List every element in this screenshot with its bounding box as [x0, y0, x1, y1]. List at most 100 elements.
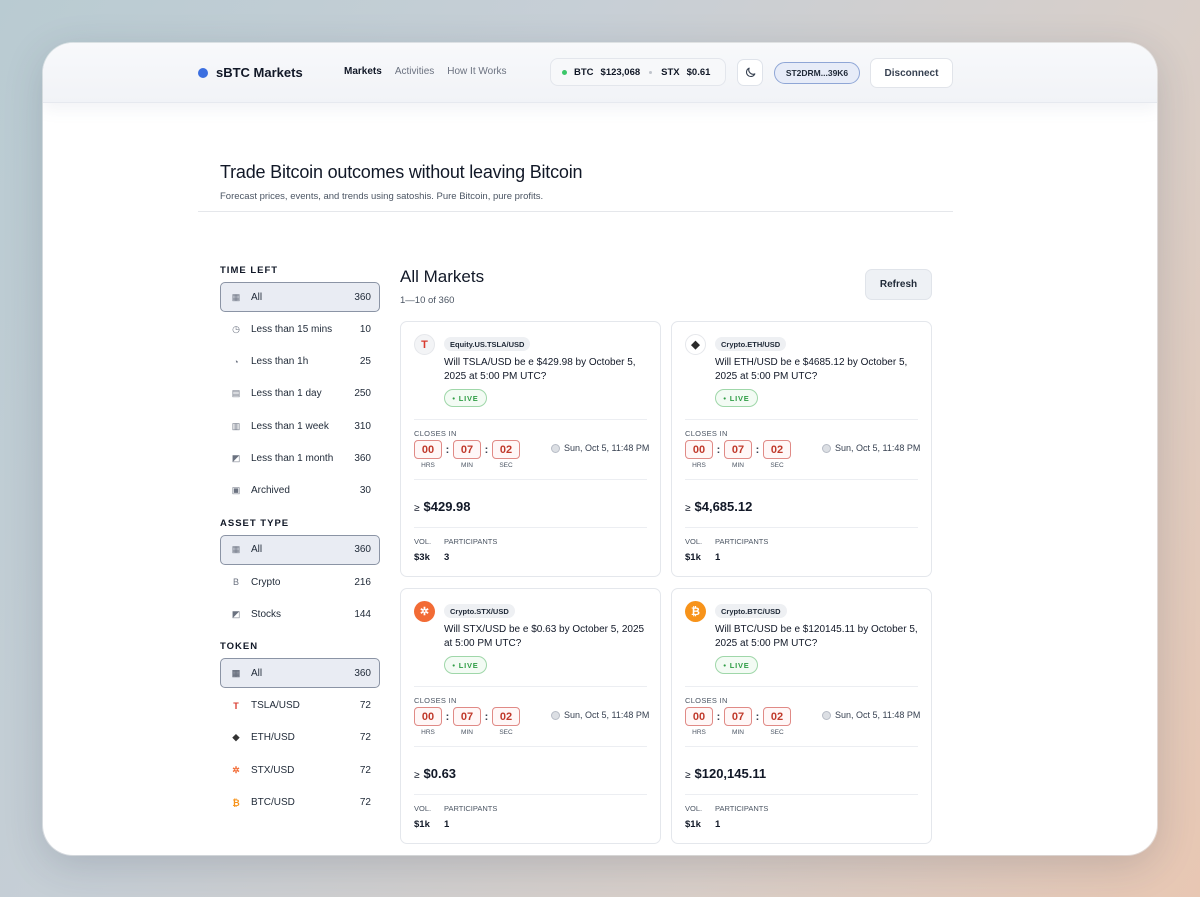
hero-subtitle: Forecast prices, events, and trends usin… — [220, 191, 544, 202]
filter-time-left-item[interactable]: ▤ Less than 1 day 250 — [220, 379, 380, 409]
market-question[interactable]: Will TSLA/USD be e $429.98 by October 5,… — [444, 356, 649, 384]
filter-item-icon: ▦ — [231, 291, 241, 302]
minutes-value: 07 — [453, 440, 481, 459]
nav-activities[interactable]: Activities — [395, 66, 434, 77]
close-date: Sun, Oct 5, 11:48 PM — [551, 710, 649, 720]
top-bar: sBTC Markets Markets Activities How It W… — [43, 43, 1157, 103]
market-question[interactable]: Will BTC/USD be e $120145.11 by October … — [715, 623, 920, 651]
minutes-value: 07 — [724, 707, 752, 726]
filter-item-icon: ◩ — [231, 452, 241, 463]
volume-label: VOL. — [414, 804, 432, 813]
close-date: Sun, Oct 5, 11:48 PM — [822, 443, 920, 453]
market-question[interactable]: Will STX/USD be e $0.63 by October 5, 20… — [444, 623, 649, 651]
card-divider — [685, 794, 918, 795]
theme-toggle-button[interactable] — [737, 59, 763, 86]
filter-item-count: 72 — [359, 764, 371, 776]
participants-value: 1 — [715, 552, 721, 563]
filter-item-icon: T — [233, 700, 239, 711]
filter-item-label: Less than 1 week — [251, 420, 329, 432]
volume-value: $3k — [414, 552, 430, 563]
market-card[interactable]: ◆ Crypto.ETH/USD Will ETH/USD be e $4685.1… — [671, 321, 932, 577]
timer-colon: : — [755, 444, 760, 456]
participants-label: PARTICIPANTS — [715, 804, 769, 813]
nav-markets[interactable]: Markets — [344, 66, 382, 77]
card-divider — [685, 527, 918, 528]
filter-item-label: Less than 1h — [251, 356, 309, 368]
volume-label: VOL. — [685, 804, 703, 813]
markets-title: All Markets — [400, 267, 485, 286]
close-date-text: Sun, Oct 5, 11:48 PM — [835, 443, 921, 453]
filter-token-item[interactable]: T TSLA/USD 72 — [220, 691, 380, 721]
filter-item-count: 360 — [354, 544, 371, 556]
participants-value: 1 — [444, 819, 450, 830]
card-divider — [685, 746, 918, 747]
filter-time-left-item[interactable]: ◩ Less than 1 month 360 — [220, 443, 380, 473]
target-price-value: $0.63 — [423, 766, 457, 781]
disconnect-button[interactable]: Disconnect — [870, 58, 953, 88]
refresh-button[interactable]: Refresh — [865, 269, 932, 300]
filter-token-item[interactable]: ◆ ETH/USD 72 — [220, 723, 380, 753]
timer-colon: : — [484, 711, 489, 723]
hours-value: 00 — [685, 440, 713, 459]
filter-item-count: 144 — [354, 608, 371, 620]
nav-how-it-works[interactable]: How It Works — [447, 66, 506, 77]
hours-value: 00 — [414, 707, 442, 726]
countdown-timer: 00 HRS:07 MIN:02 SEC — [685, 707, 791, 736]
card-divider — [685, 419, 918, 420]
filter-item-count: 72 — [359, 700, 371, 712]
live-status-dot-icon — [562, 69, 567, 75]
market-card[interactable]: ₿ Crypto.BTC/USD Will BTC/USD be e $120145… — [671, 588, 932, 844]
market-tag: Crypto.ETH/USD — [715, 337, 787, 351]
filter-item-icon: ▦ — [231, 667, 241, 678]
main-nav: Markets Activities How It Works — [344, 66, 507, 77]
filter-item-count: 72 — [359, 732, 371, 744]
token-list: ▦ All 360 T TSLA/USD 72 ◆ ETH/USD 72 ✲ STX/USD 72 ₿ B… — [220, 658, 380, 817]
target-price-value: $429.98 — [423, 499, 471, 514]
brand[interactable]: sBTC Markets — [198, 65, 303, 80]
asset-type-title: ASSET TYPE — [220, 517, 290, 529]
seconds-value: 02 — [492, 440, 520, 459]
participants-value: 3 — [444, 552, 450, 563]
filter-time-left-item[interactable]: ▦ All 360 — [220, 282, 380, 312]
hours-label: HRS — [692, 462, 706, 469]
filter-time-left-item[interactable]: ◔ Less than 1h 25 — [220, 347, 380, 377]
card-divider — [414, 479, 647, 480]
wallet-address-pill[interactable]: ST2DRM...39K6 — [774, 62, 860, 84]
volume-value: $1k — [685, 819, 701, 830]
volume-label: VOL. — [685, 537, 703, 546]
market-tag: Crypto.BTC/USD — [715, 604, 787, 618]
filter-time-left-item[interactable]: ◷ Less than 15 mins 10 — [220, 314, 380, 344]
brand-logo-icon — [198, 67, 208, 78]
target-price: ≥ $4,685.12 — [685, 499, 752, 514]
filter-item-icon: ▦ — [231, 544, 241, 555]
filter-time-left-item[interactable]: ▥ Less than 1 week 310 — [220, 411, 380, 441]
hours-value: 00 — [414, 440, 442, 459]
filter-token-item[interactable]: ✲ STX/USD 72 — [220, 755, 380, 785]
clock-icon — [822, 443, 831, 453]
filter-asset-type-item[interactable]: ▦ All 360 — [220, 534, 380, 565]
filter-asset-type-item[interactable]: ◩ Stocks 144 — [220, 599, 380, 629]
filter-time-left-item[interactable]: ▣ Archived 30 — [220, 476, 380, 506]
filter-token-item[interactable]: ▦ All 360 — [220, 658, 380, 689]
seconds-value: 02 — [763, 440, 791, 459]
filter-item-label: STX/USD — [251, 764, 295, 776]
live-badge: • LIVE — [444, 656, 487, 674]
filter-item-label: BTC/USD — [251, 797, 295, 809]
volume-label: VOL. — [414, 537, 432, 546]
closes-in-label: CLOSES IN — [414, 696, 457, 705]
market-card[interactable]: T Equity.US.TSLA/USD Will TSLA/USD be e $4… — [400, 321, 661, 577]
markets-range: 1—10 of 360 — [400, 295, 455, 306]
filter-item-label: Less than 15 mins — [251, 323, 333, 335]
filter-item-count: 310 — [354, 420, 371, 432]
filter-item-icon: ✲ — [232, 764, 240, 775]
filter-item-label: All — [251, 291, 263, 303]
filter-token-item[interactable]: ₿ BTC/USD 72 — [220, 788, 380, 818]
closes-in-label: CLOSES IN — [685, 696, 728, 705]
filter-asset-type-item[interactable]: B Crypto 216 — [220, 567, 380, 597]
market-question[interactable]: Will ETH/USD be e $4685.12 by October 5,… — [715, 356, 920, 384]
closes-in-label: CLOSES IN — [685, 429, 728, 438]
market-card[interactable]: ✲ Crypto.STX/USD Will STX/USD be e $0.63 b… — [400, 588, 661, 844]
participants-value: 1 — [715, 819, 721, 830]
stx-label: STX — [661, 66, 680, 78]
target-price-value: $120,145.11 — [694, 766, 767, 781]
